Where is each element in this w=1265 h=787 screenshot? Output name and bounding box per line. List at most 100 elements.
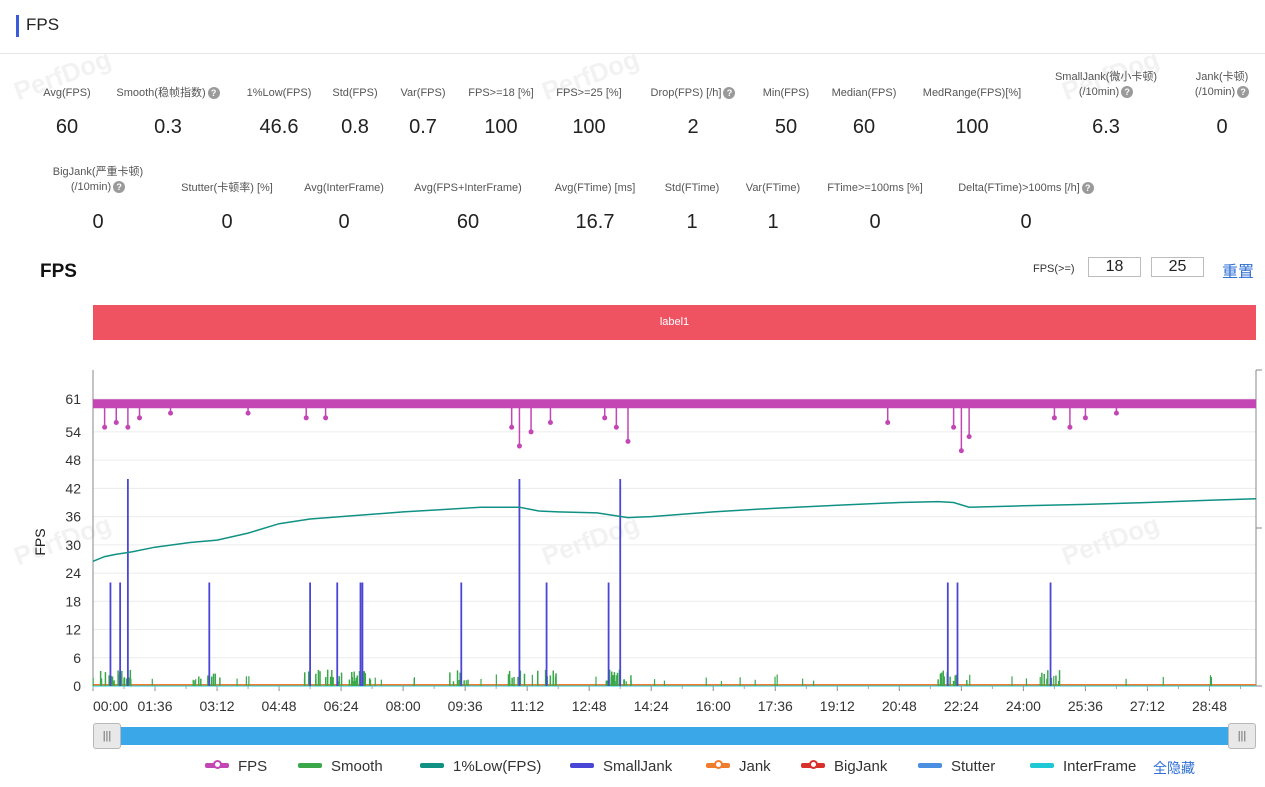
metric-7: FTime>=100ms [%] 0 xyxy=(800,181,950,233)
y-tick-label: 42 xyxy=(65,480,81,496)
metric-value: 100 xyxy=(955,116,989,138)
fps-point xyxy=(528,429,534,435)
scroll-handle-right[interactable]: ||| xyxy=(1228,723,1256,749)
time-range-scrollbar[interactable] xyxy=(93,727,1256,745)
metric-unit-text: (/10min) xyxy=(70,181,112,193)
x-tick-label: 04:48 xyxy=(262,698,297,714)
metric-label-text: FTime>=100ms [%] xyxy=(827,182,923,194)
help-icon[interactable]: ? xyxy=(1237,86,1250,99)
metric-label-text: Var(FTime) xyxy=(745,182,801,194)
metric-label-text: Stutter(卡顿率) [%] xyxy=(181,182,273,194)
reset-button[interactable]: 重置 xyxy=(1222,258,1254,282)
fps-point xyxy=(1082,415,1088,421)
metric-label-text: MedRange(FPS)[%] xyxy=(922,87,1022,99)
fps-point xyxy=(125,424,131,430)
metric-0: BigJank(严重卡顿) (/10min)? 0 xyxy=(23,165,173,233)
metrics-row-1: Avg(FPS) 60 Smooth(稳帧指数)? 0.3 1%Low(FPS) 46.6… xyxy=(0,70,1265,150)
legend-item-interframe[interactable]: InterFrame xyxy=(1030,758,1136,775)
fps-point xyxy=(323,415,329,421)
fps-point xyxy=(1067,424,1073,430)
metric-label-text: Avg(FPS+InterFrame) xyxy=(414,182,522,194)
x-tick-label: 09:36 xyxy=(448,698,483,714)
x-tick-label: 24:00 xyxy=(1006,698,1041,714)
metric-label-text: SmallJank(微小卡顿) xyxy=(1054,71,1158,83)
metric-value: 0 xyxy=(869,211,881,233)
metric-value: 0 xyxy=(92,211,104,233)
x-tick-label: 11:12 xyxy=(510,698,544,714)
help-icon[interactable]: ? xyxy=(113,181,126,194)
metric-label-unit: (/10min)? xyxy=(1147,85,1265,100)
x-tick-label: 16:00 xyxy=(696,698,731,714)
hide-all-button[interactable]: 全隐藏 xyxy=(1153,758,1195,778)
x-tick-label: 17:36 xyxy=(758,698,793,714)
header-accent xyxy=(16,15,19,37)
y-axis-title: FPS xyxy=(32,528,48,555)
x-tick-label: 00:00 xyxy=(93,698,128,714)
x-tick-label: 03:12 xyxy=(200,698,235,714)
legend-swatch-icon xyxy=(706,759,730,769)
metric-10: MedRange(FPS)[%] 100 xyxy=(897,86,1047,138)
page-header: FPS xyxy=(0,0,1265,54)
metric-label-text: BigJank(严重卡顿) xyxy=(52,166,144,178)
metrics-row-2: BigJank(严重卡顿) (/10min)? 0 Stutter(卡顿率) [%] 0… xyxy=(0,165,1265,245)
legend-label: Smooth xyxy=(331,758,383,775)
legend-item-fps[interactable]: FPS xyxy=(205,758,267,775)
legend-swatch-icon xyxy=(205,759,229,769)
fps-point xyxy=(613,424,619,430)
page-title: FPS xyxy=(26,15,60,34)
legend-label: InterFrame xyxy=(1063,758,1137,775)
fps-threshold-input-1[interactable]: 18 xyxy=(1088,257,1141,277)
y-tick-label: 6 xyxy=(73,650,81,666)
x-tick-label: 27:12 xyxy=(1130,698,1165,714)
legend-item-jank[interactable]: Jank xyxy=(706,758,771,775)
legend-label: FPS xyxy=(238,758,268,775)
metric-label-text: FPS>=25 [%] xyxy=(556,87,622,99)
fps-point xyxy=(168,410,174,416)
metric-12: Jank(卡顿) (/10min)? 0 xyxy=(1147,70,1265,138)
x-tick-label: 19:12 xyxy=(820,698,855,714)
fps-point xyxy=(509,424,515,430)
x-tick-label: 28:48 xyxy=(1192,698,1227,714)
fps-threshold-input-2[interactable]: 25 xyxy=(1151,257,1204,277)
metric-label-text: Median(FPS) xyxy=(831,87,897,99)
metric-value: 0 xyxy=(1020,211,1032,233)
label-bar[interactable]: label1 xyxy=(93,305,1256,340)
y-tick-label: 54 xyxy=(65,424,81,440)
legend-item-smooth[interactable]: Smooth xyxy=(298,758,383,775)
legend-item-stutter[interactable]: Stutter xyxy=(918,758,995,775)
fps-point xyxy=(245,410,251,416)
legend-label: Jank xyxy=(739,758,771,775)
legend-swatch-icon xyxy=(801,759,825,769)
legend-item-smalljank[interactable]: SmallJank xyxy=(570,758,672,775)
fps-point xyxy=(951,424,957,430)
fps-point xyxy=(516,443,522,449)
fps-threshold-label: FPS(>=) xyxy=(1033,263,1075,275)
y-tick-label: 36 xyxy=(65,509,81,525)
legend-item-bigjank[interactable]: BigJank xyxy=(801,758,887,775)
onepercent-low-line xyxy=(92,497,1257,562)
legend-swatch-icon xyxy=(570,762,594,768)
fps-point xyxy=(1113,410,1119,416)
help-icon[interactable]: ? xyxy=(1081,182,1094,195)
legend-label: SmallJank xyxy=(603,758,673,775)
fps-point xyxy=(113,420,119,426)
legend-swatch-icon xyxy=(1030,762,1054,768)
fps-chart[interactable]: 0 6 12 18 24 30 36 42 48 54 61 FPS 00:00 01:36 03:12 04… xyxy=(0,360,1265,722)
legend-item-1-low-fps-[interactable]: 1%Low(FPS) xyxy=(420,758,541,775)
help-icon[interactable]: ? xyxy=(1121,86,1134,99)
y-tick-label: 0 xyxy=(73,678,81,694)
legend-label: 1%Low(FPS) xyxy=(453,758,542,775)
x-tick-label: 22:24 xyxy=(944,698,979,714)
metric-8: Delta(FTime)>100ms [/h]? 0 xyxy=(951,181,1101,233)
metric-label-unit: (/10min)? xyxy=(23,180,173,195)
metric-unit-text: (/10min) xyxy=(1078,86,1120,98)
scroll-handle-left[interactable]: ||| xyxy=(93,723,121,749)
metric-label-text: Avg(FPS) xyxy=(43,87,91,99)
chart-legend: InterFrame Stutter BigJank Jank SmallJank 1%L… xyxy=(0,758,1265,780)
metric-label: BigJank(严重卡顿) xyxy=(23,165,173,180)
metric-label-text: Smooth(稳帧指数) xyxy=(116,87,206,99)
fps-point xyxy=(966,434,972,440)
fps-point xyxy=(625,438,631,444)
chart-section-title: FPS xyxy=(40,261,77,282)
y-tick-label: 18 xyxy=(65,593,81,609)
